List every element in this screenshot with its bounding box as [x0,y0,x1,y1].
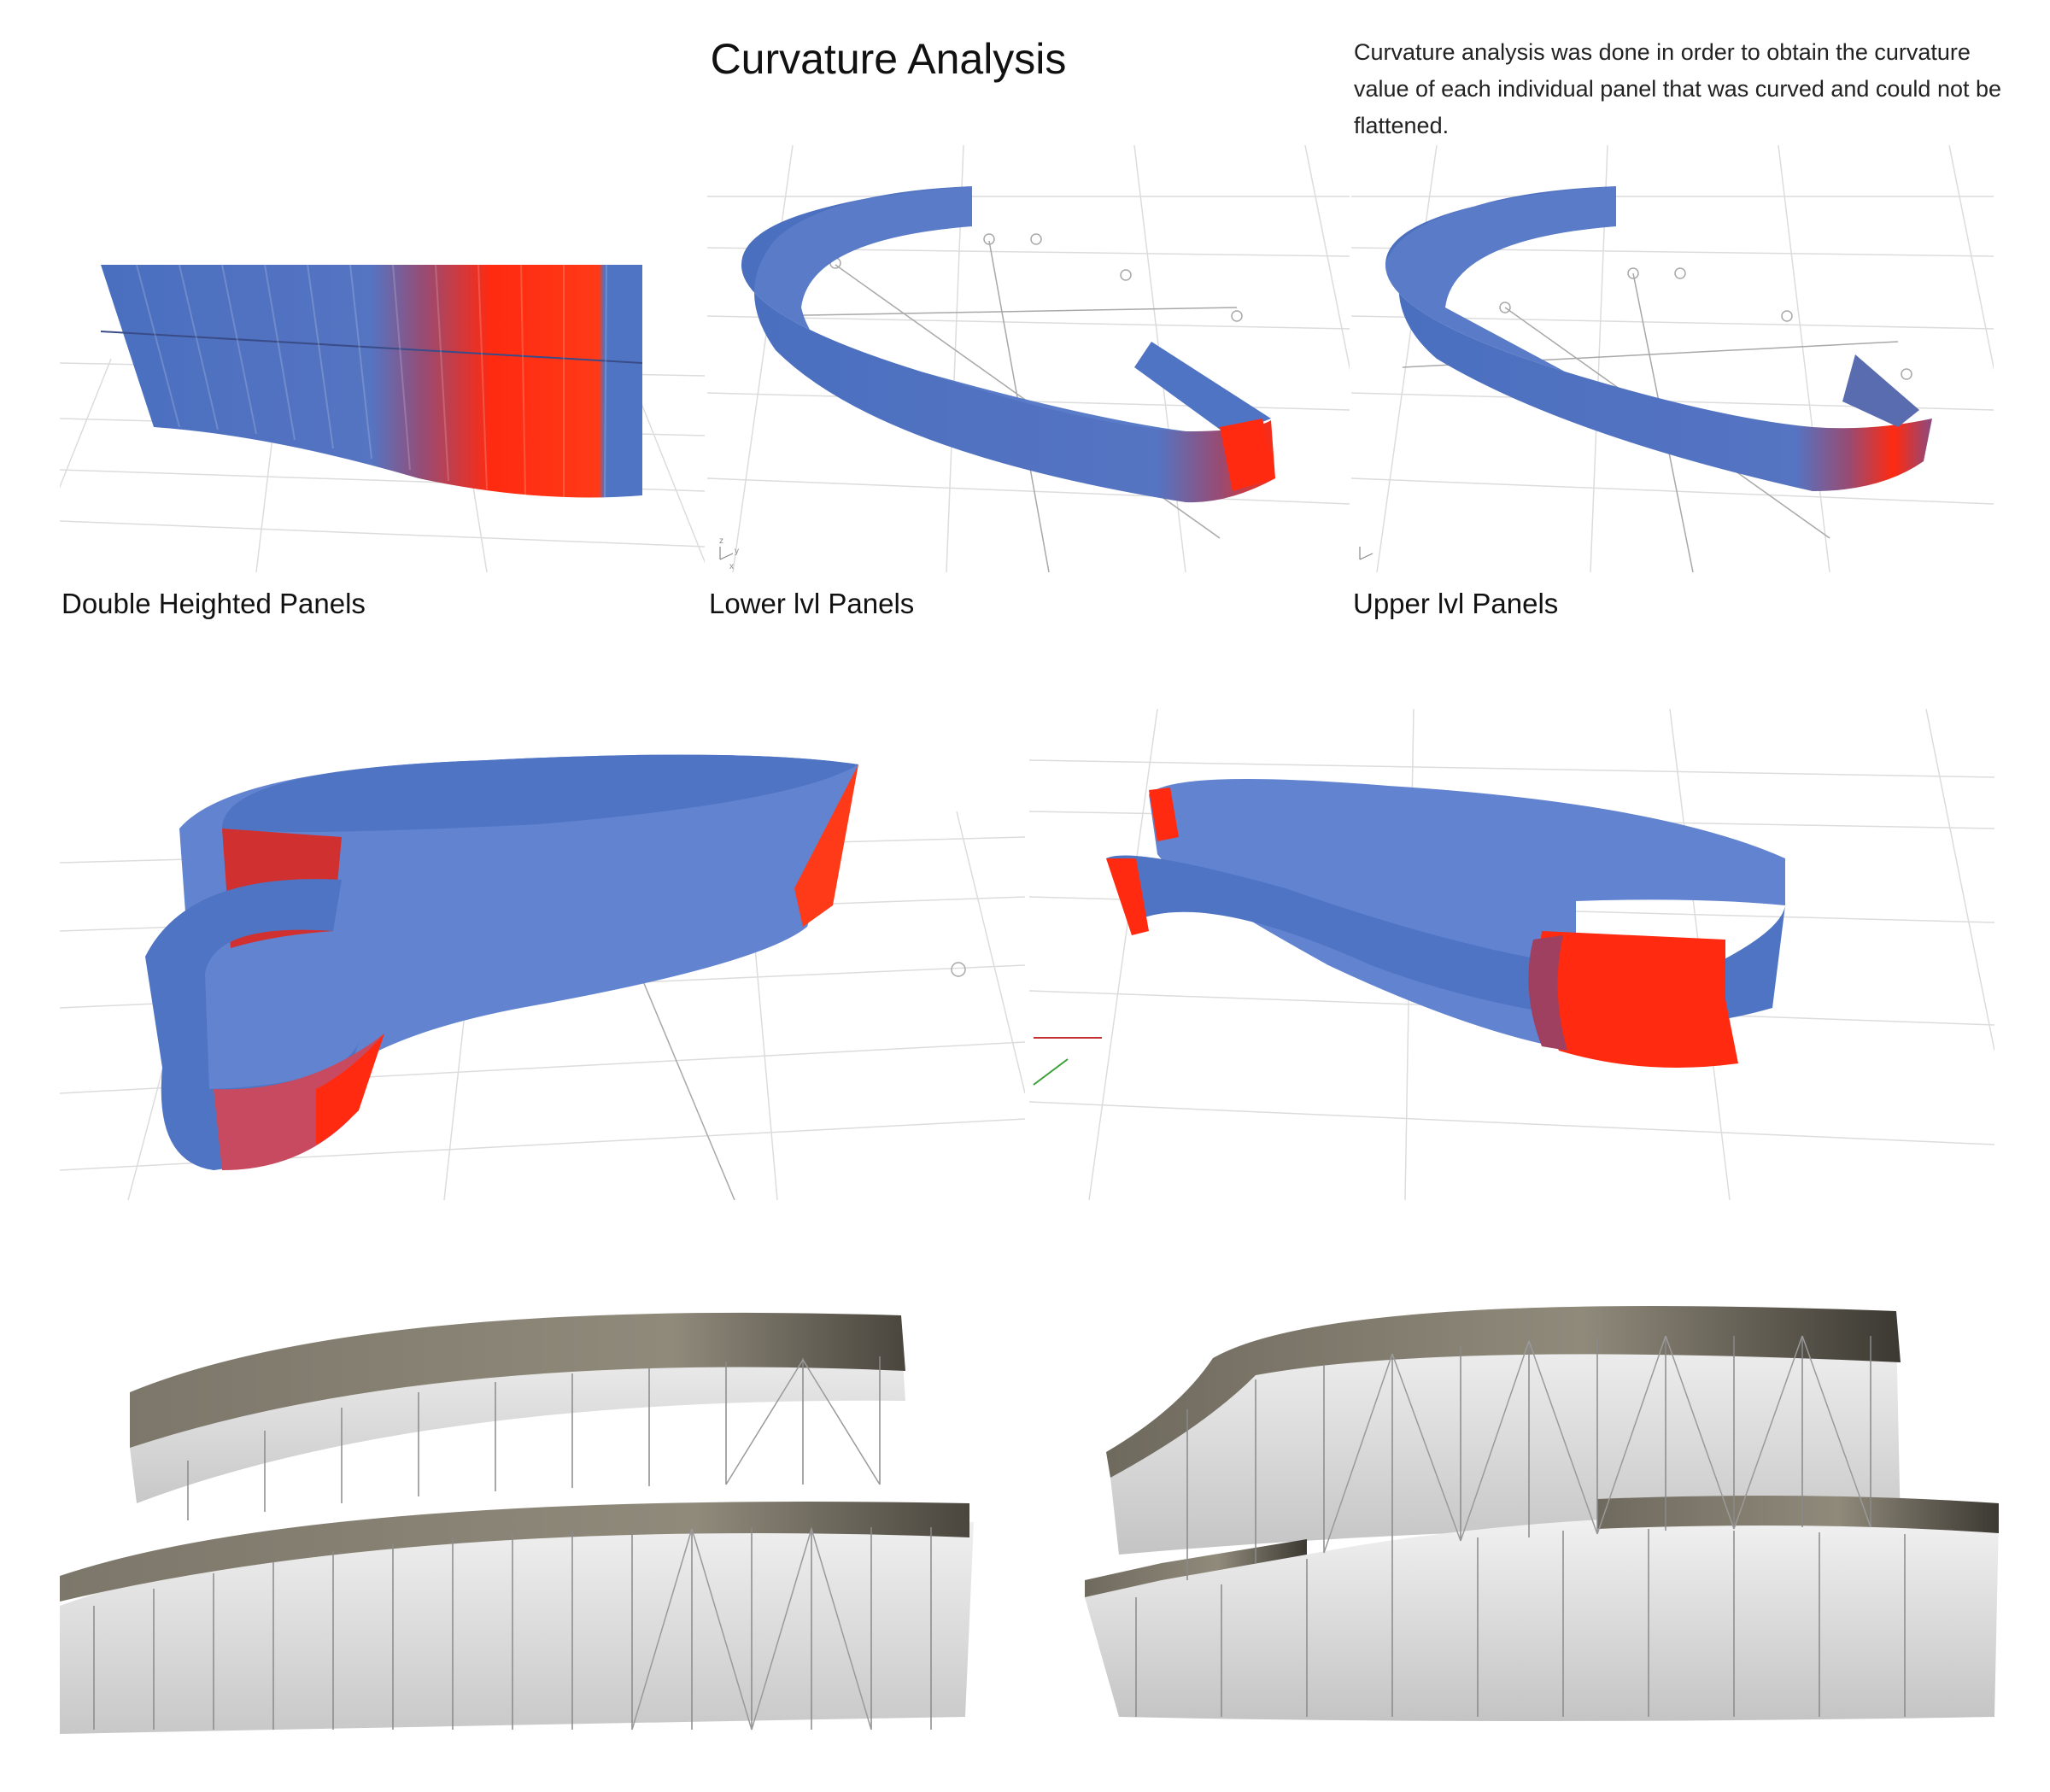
upper-level-panels-render [1351,145,1994,572]
render-facade-right[interactable] [1085,1298,1999,1734]
viewport-upper-level[interactable] [1351,145,1994,572]
combined-right-render [1029,709,1994,1200]
facade-left-render [60,1312,974,1734]
axis-widget [1033,1037,1102,1086]
combined-left-render [60,754,1025,1200]
viewport-double-heighted[interactable] [60,145,705,572]
render-facade-left[interactable] [60,1298,974,1734]
axis-label-x: x [729,562,734,571]
caption-lower-level: Lower lvl Panels [709,588,915,619]
description-text: Curvature analysis was done in order to … [1354,39,2002,138]
viewport-combined-left[interactable] [60,709,1025,1200]
upper-band-inner [1385,186,1616,372]
axis-label-y: y [735,547,739,556]
axis-widget [1359,547,1374,560]
double-panel-surface [101,265,642,498]
lower-level-panels-render: z y x [707,145,1350,572]
facade-right-render [1085,1306,1999,1721]
viewport-lower-level[interactable]: z y x [707,145,1350,572]
axis-widget [719,547,734,560]
viewport-combined-right[interactable] [1029,709,1994,1200]
high-curvature-zone [1539,931,1738,1068]
double-heighted-panels-render [60,264,705,572]
upper-band-end [1842,354,1919,427]
caption-double-heighted: Double Heighted Panels [62,588,366,619]
caption-upper-level: Upper lvl Panels [1353,588,1559,619]
axis-label-z: z [719,536,723,546]
